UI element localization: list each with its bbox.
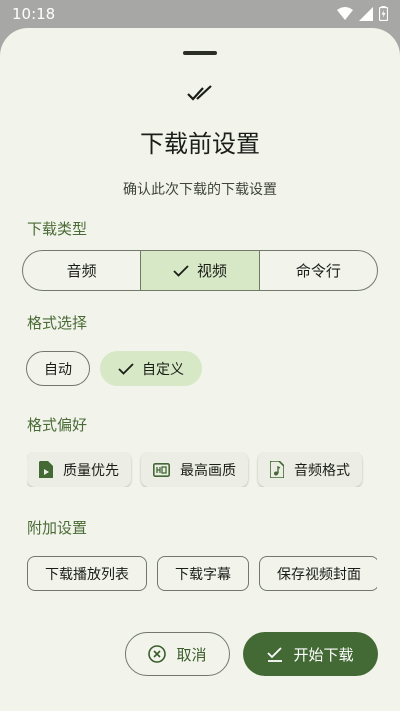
signal-icon (359, 6, 373, 21)
additional-settings-chips: 下载播放列表 下载字幕 保存视频封面 (27, 556, 377, 591)
segment-video[interactable]: 视频 (141, 251, 260, 290)
download-settings-sheet: 下载前设置 确认此次下载的下载设置 下载类型 音频 视频 命令行 格式选择 自动… (0, 28, 400, 711)
chip-label: 自动 (44, 361, 72, 378)
check-icon (118, 362, 134, 375)
hq-icon (153, 462, 170, 477)
download-type-segmented: 音频 视频 命令行 (22, 250, 378, 291)
chip-download-subtitles[interactable]: 下载字幕 (157, 556, 249, 591)
format-selection-label: 格式选择 (27, 314, 88, 332)
chip-label: 下载字幕 (175, 566, 231, 583)
start-download-label: 开始下载 (293, 645, 354, 664)
status-bar: 10:18 (0, 0, 400, 30)
format-selection-chips: 自动 自定义 (26, 351, 202, 386)
chip-save-thumbnail[interactable]: 保存视频封面 (259, 556, 377, 591)
download-type-label: 下载类型 (27, 220, 88, 238)
sheet-title: 下载前设置 (140, 130, 260, 158)
format-preference-chips: 质量优先 最高画质 音频格式 (27, 452, 377, 487)
segment-label: 音频 (66, 262, 97, 280)
chip-label: 音频格式 (294, 462, 350, 479)
segment-label: 命令行 (295, 262, 341, 280)
done-all-icon (186, 83, 214, 103)
chip-download-playlist[interactable]: 下载播放列表 (27, 556, 147, 591)
chip-label: 自定义 (142, 361, 184, 378)
segment-label: 视频 (196, 262, 227, 280)
segment-audio[interactable]: 音频 (23, 251, 142, 290)
download-done-icon (267, 646, 283, 662)
chip-label: 下载播放列表 (45, 566, 129, 583)
chip-highest-quality[interactable]: 最高画质 (141, 452, 248, 487)
chip-audio-format[interactable]: 音频格式 (258, 452, 362, 487)
battery-icon (379, 6, 388, 21)
chip-quality-first[interactable]: 质量优先 (27, 452, 131, 487)
sheet-subtitle: 确认此次下载的下载设置 (123, 182, 277, 198)
format-preference-label: 格式偏好 (27, 416, 88, 434)
cancel-button-label: 取消 (176, 645, 207, 664)
wifi-icon (337, 7, 353, 20)
check-icon (173, 264, 189, 277)
audio-file-icon (270, 461, 284, 478)
chip-label: 质量优先 (63, 462, 119, 479)
cancel-button[interactable]: 取消 (125, 632, 230, 676)
drag-handle[interactable] (183, 51, 217, 55)
chip-custom[interactable]: 自定义 (100, 351, 202, 386)
cancel-circle-icon (148, 645, 167, 663)
chip-label: 最高画质 (180, 462, 236, 479)
segment-command-line[interactable]: 命令行 (260, 251, 377, 290)
file-video-icon (39, 461, 53, 478)
chip-label: 保存视频封面 (277, 566, 361, 583)
chip-auto[interactable]: 自动 (26, 351, 90, 386)
start-download-button[interactable]: 开始下载 (243, 632, 378, 676)
additional-settings-label: 附加设置 (27, 519, 88, 537)
status-icons (337, 6, 388, 21)
status-time: 10:18 (12, 5, 56, 23)
